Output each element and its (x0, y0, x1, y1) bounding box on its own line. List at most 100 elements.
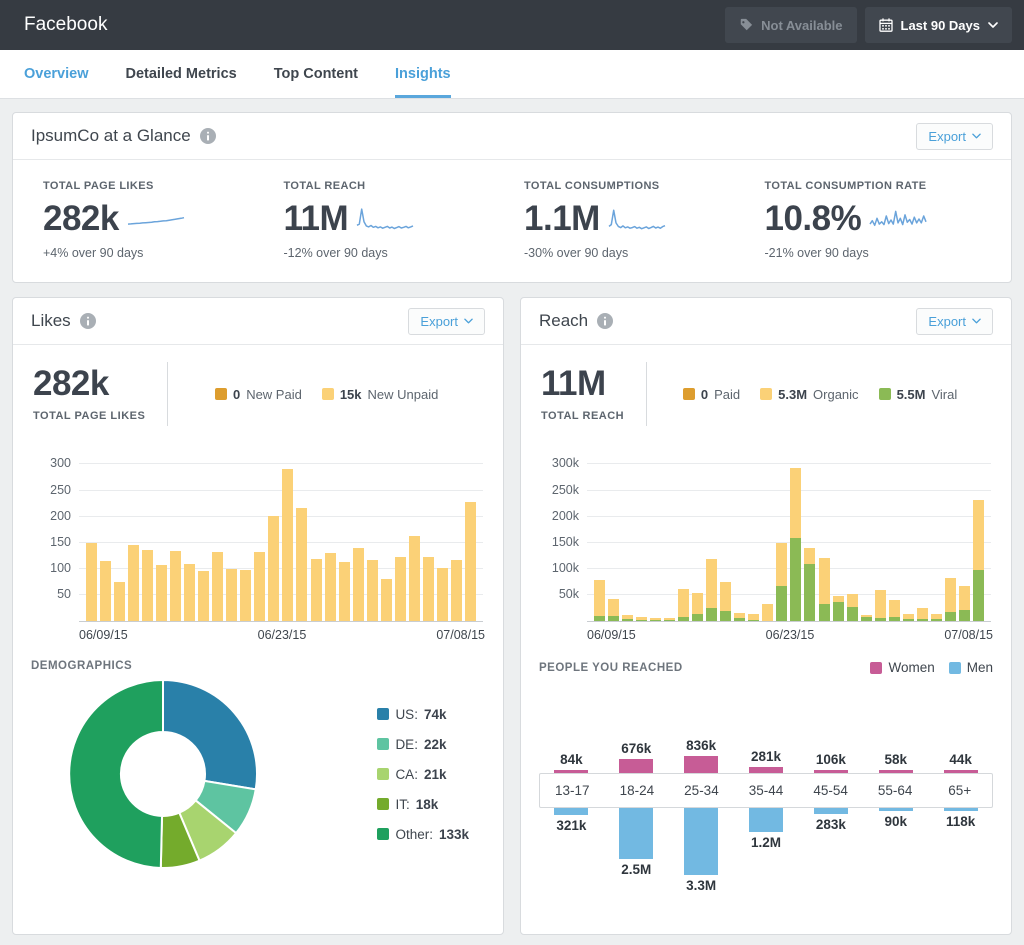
bar[interactable] (254, 552, 265, 621)
bar[interactable] (128, 545, 139, 621)
bar[interactable] (212, 552, 223, 621)
stacked-bar[interactable] (594, 454, 605, 621)
bar[interactable] (367, 560, 378, 621)
women-bar[interactable] (944, 770, 978, 773)
demographics-label: DEMOGRAPHICS (31, 660, 132, 672)
stacked-bar[interactable] (903, 454, 914, 621)
kpi-change: +4% over 90 days (43, 246, 272, 260)
stacked-bar[interactable] (608, 454, 619, 621)
men-bar[interactable] (684, 808, 718, 875)
bar[interactable] (156, 565, 167, 621)
bar-segment-viral (594, 616, 605, 621)
stacked-bar[interactable] (931, 454, 942, 621)
stacked-bar[interactable] (622, 454, 633, 621)
men-bar[interactable] (749, 808, 783, 832)
stacked-bar[interactable] (790, 454, 801, 621)
bar[interactable] (170, 551, 181, 621)
bar[interactable] (198, 571, 209, 621)
glance-title: IpsumCo at a Glance (31, 126, 191, 146)
bar[interactable] (142, 550, 153, 621)
bar[interactable] (395, 557, 406, 621)
stacked-bar[interactable] (720, 454, 731, 621)
stacked-bar[interactable] (847, 454, 858, 621)
bar[interactable] (296, 508, 307, 621)
stacked-bar[interactable] (664, 454, 675, 621)
tab-detailed-metrics[interactable]: Detailed Metrics (126, 50, 237, 98)
men-bar[interactable] (619, 808, 653, 859)
bar[interactable] (184, 564, 195, 621)
men-bar[interactable] (814, 808, 848, 814)
legend-swatch (870, 662, 882, 674)
women-bar[interactable] (619, 759, 653, 773)
women-bar[interactable] (879, 770, 913, 773)
men-bar[interactable] (879, 808, 913, 811)
tab-label: Overview (24, 66, 89, 82)
men-bar[interactable] (944, 808, 978, 811)
bar[interactable] (339, 562, 350, 621)
bar[interactable] (465, 502, 476, 621)
stacked-bar[interactable] (762, 454, 773, 621)
export-button[interactable]: Export (916, 123, 993, 150)
stacked-bar[interactable] (833, 454, 844, 621)
stacked-bar[interactable] (959, 454, 970, 621)
stacked-bar[interactable] (889, 454, 900, 621)
stacked-bar[interactable] (748, 454, 759, 621)
x-tick-label: 06/09/15 (79, 628, 128, 642)
stacked-bar[interactable] (875, 454, 886, 621)
stacked-bar[interactable] (819, 454, 830, 621)
bar[interactable] (311, 559, 322, 621)
info-icon[interactable] (597, 313, 613, 329)
stacked-bar[interactable] (692, 454, 703, 621)
export-button[interactable]: Export (408, 308, 485, 335)
stacked-bar[interactable] (636, 454, 647, 621)
bar-segment-viral (678, 617, 689, 621)
bar[interactable] (451, 560, 462, 621)
bar[interactable] (268, 516, 279, 621)
stacked-bar[interactable] (973, 454, 984, 621)
y-tick-label: 150 (31, 535, 71, 549)
bar[interactable] (381, 579, 392, 621)
bar[interactable] (423, 557, 434, 621)
women-value-label: 44k (949, 752, 972, 767)
bar[interactable] (325, 553, 336, 621)
legend-item: 5.5MViral (879, 387, 958, 402)
info-icon[interactable] (80, 313, 96, 329)
info-icon[interactable] (200, 128, 216, 144)
bar[interactable] (86, 543, 97, 621)
export-button[interactable]: Export (916, 308, 993, 335)
bar[interactable] (409, 536, 420, 621)
stacked-bar[interactable] (776, 454, 787, 621)
stacked-bar[interactable] (706, 454, 717, 621)
kpi-value: 10.8% (765, 201, 862, 236)
stacked-bar[interactable] (804, 454, 815, 621)
bar[interactable] (100, 561, 111, 621)
men-bar[interactable] (554, 808, 588, 815)
women-bar[interactable] (554, 770, 588, 773)
tab-insights[interactable]: Insights (395, 50, 451, 98)
butterfly-column: 58k (863, 701, 928, 773)
stacked-bar[interactable] (945, 454, 956, 621)
legend-label: US: (395, 707, 418, 722)
women-bar[interactable] (814, 770, 848, 773)
bar[interactable] (226, 569, 237, 621)
not-available-button[interactable]: Not Available (725, 7, 856, 43)
stacked-bar[interactable] (734, 454, 745, 621)
donut-slice-us[interactable] (163, 680, 257, 789)
legend-item: 0New Paid (215, 387, 302, 402)
date-range-button[interactable]: Last 90 Days (865, 7, 1013, 43)
stacked-bar[interactable] (678, 454, 689, 621)
bar[interactable] (240, 570, 251, 621)
donut-slice-other[interactable] (69, 680, 163, 868)
tab-top-content[interactable]: Top Content (274, 50, 358, 98)
bar[interactable] (437, 568, 448, 621)
women-bar[interactable] (749, 767, 783, 773)
stacked-bar[interactable] (917, 454, 928, 621)
stacked-bar[interactable] (861, 454, 872, 621)
tab-overview[interactable]: Overview (24, 50, 89, 98)
bar[interactable] (282, 469, 293, 621)
legend-label: New Unpaid (368, 387, 439, 402)
stacked-bar[interactable] (650, 454, 661, 621)
bar[interactable] (353, 548, 364, 621)
women-bar[interactable] (684, 756, 718, 773)
bar[interactable] (114, 582, 125, 621)
